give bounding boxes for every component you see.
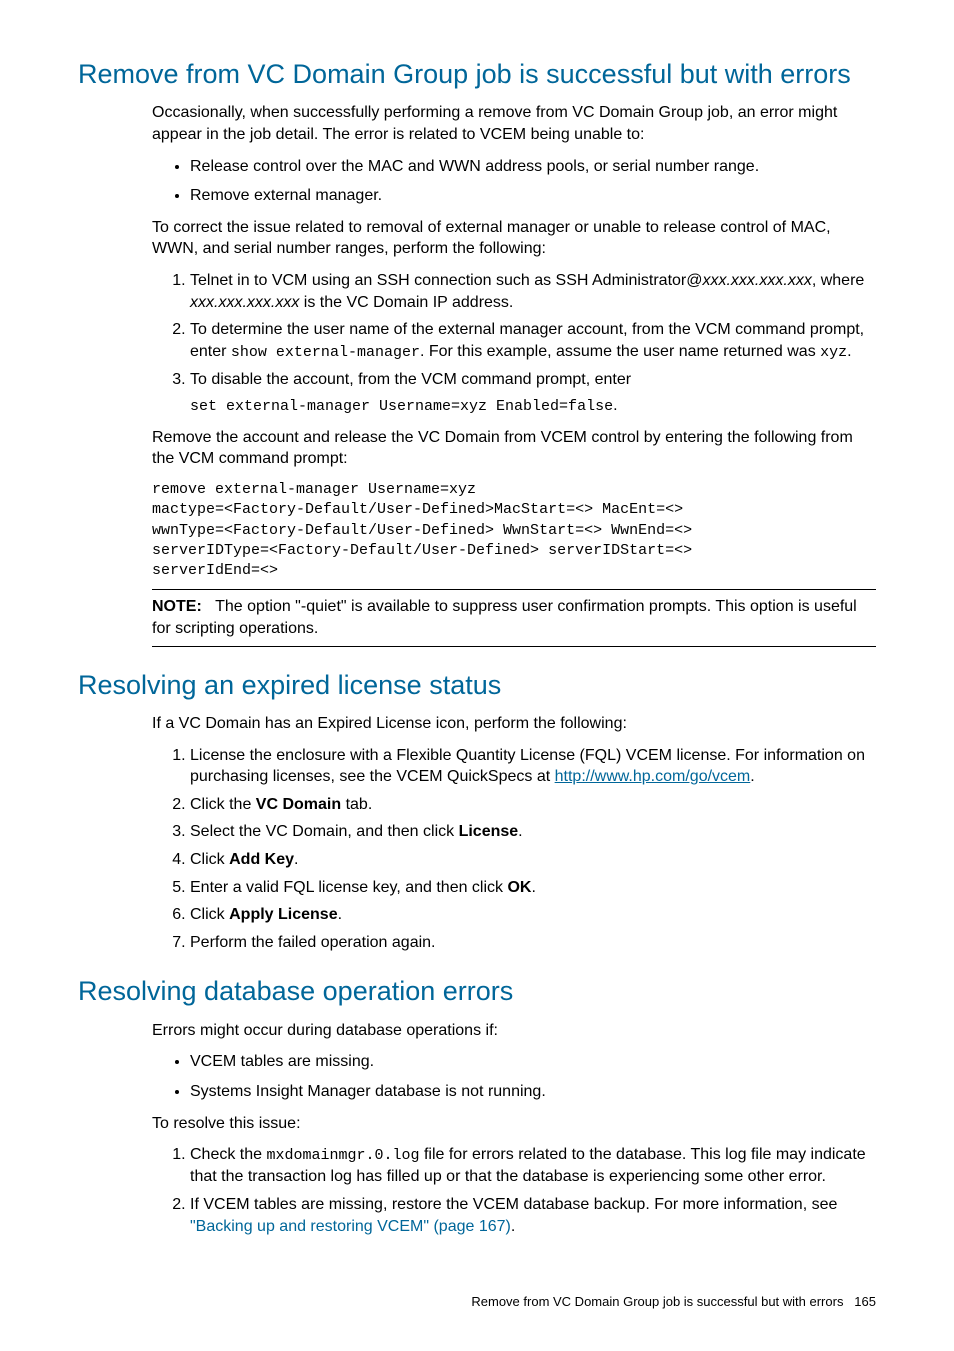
text: . — [531, 879, 535, 896]
section-body-database: Errors might occur during database opera… — [152, 1020, 876, 1237]
paragraph: Errors might occur during database opera… — [152, 1020, 876, 1042]
code-inline: set external-manager Username=xyz Enable… — [190, 398, 613, 415]
list-item: To determine the user name of the extern… — [190, 319, 876, 363]
list-item: Click Apply License. — [190, 904, 876, 926]
list-item: Enter a valid FQL license key, and then … — [190, 877, 876, 899]
section-body-remove: Occasionally, when successfully performi… — [152, 102, 876, 646]
text: , where — [812, 272, 864, 289]
text: tab. — [341, 796, 372, 813]
text: . — [750, 768, 754, 785]
ordered-list: Telnet in to VCM using an SSH connection… — [152, 270, 876, 417]
text: . For this example, assume the user name… — [420, 343, 820, 360]
list-item: Remove external manager. — [190, 185, 876, 207]
list-item: Systems Insight Manager database is not … — [190, 1081, 876, 1103]
text: . — [847, 343, 851, 360]
text: Click — [190, 906, 229, 923]
page-footer: Remove from VC Domain Group job is succe… — [78, 1293, 876, 1311]
code-inline: mxdomainmgr.0.log — [266, 1147, 419, 1164]
note-text: The option "-quiet" is available to supp… — [152, 598, 857, 637]
list-item: Select the VC Domain, and then click Lic… — [190, 821, 876, 843]
list-item: Release control over the MAC and WWN add… — [190, 156, 876, 178]
text: If VCEM tables are missing, restore the … — [190, 1196, 837, 1213]
italic-text: xxx.xxx.xxx.xxx — [190, 294, 299, 311]
bullet-list: Release control over the MAC and WWN add… — [152, 156, 876, 207]
ordered-list: Check the mxdomainmgr.0.log file for err… — [152, 1144, 876, 1237]
text: . — [338, 906, 342, 923]
bold-text: License — [459, 823, 519, 840]
bold-text: Apply License — [229, 906, 337, 923]
bold-text: OK — [507, 879, 531, 896]
list-item: Click the VC Domain tab. — [190, 794, 876, 816]
section-heading-database: Resolving database operation errors — [78, 973, 876, 1009]
text: . — [511, 1218, 515, 1235]
section-body-license: If a VC Domain has an Expired License ic… — [152, 713, 876, 953]
section-heading-license: Resolving an expired license status — [78, 667, 876, 703]
list-item: VCEM tables are missing. — [190, 1051, 876, 1073]
bold-text: VC Domain — [256, 796, 341, 813]
text: Click the — [190, 796, 256, 813]
text: . — [613, 397, 617, 414]
xref-link[interactable]: "Backing up and restoring VCEM" (page 16… — [190, 1218, 511, 1235]
paragraph: To resolve this issue: — [152, 1113, 876, 1135]
note-box: NOTE: The option "-quiet" is available t… — [152, 589, 876, 646]
paragraph: Occasionally, when successfully performi… — [152, 102, 876, 145]
list-item: Perform the failed operation again. — [190, 932, 876, 954]
code-inline: show external-manager — [231, 344, 420, 361]
section-heading-remove: Remove from VC Domain Group job is succe… — [78, 56, 876, 92]
text: Click — [190, 851, 229, 868]
list-item: License the enclosure with a Flexible Qu… — [190, 745, 876, 788]
list-item: If VCEM tables are missing, restore the … — [190, 1194, 876, 1237]
text: Check the — [190, 1146, 266, 1163]
text: To disable the account, from the VCM com… — [190, 371, 631, 388]
italic-text: xxx.xxx.xxx.xxx — [702, 272, 811, 289]
page-number: 165 — [854, 1294, 876, 1309]
text: Telnet in to VCM using an SSH connection… — [190, 272, 702, 289]
text: is the VC Domain IP address. — [299, 294, 513, 311]
footer-title: Remove from VC Domain Group job is succe… — [471, 1294, 843, 1309]
link-quickspecs[interactable]: http://www.hp.com/go/vcem — [555, 768, 751, 785]
ordered-list: License the enclosure with a Flexible Qu… — [152, 745, 876, 954]
text: License the enclosure with a Flexible Qu… — [190, 747, 865, 786]
text: Enter a valid FQL license key, and then … — [190, 879, 507, 896]
list-item: Check the mxdomainmgr.0.log file for err… — [190, 1144, 876, 1188]
bullet-list: VCEM tables are missing. Systems Insight… — [152, 1051, 876, 1102]
paragraph: To correct the issue related to removal … — [152, 217, 876, 260]
code-inline: xyz — [820, 344, 847, 361]
list-item: Click Add Key. — [190, 849, 876, 871]
paragraph: Remove the account and release the VC Do… — [152, 427, 876, 470]
text: . — [294, 851, 298, 868]
text: . — [518, 823, 522, 840]
list-item: To disable the account, from the VCM com… — [190, 369, 876, 417]
code-block: remove external-manager Username=xyz mac… — [152, 480, 876, 581]
paragraph: If a VC Domain has an Expired License ic… — [152, 713, 876, 735]
note-label: NOTE: — [152, 598, 202, 615]
text: Select the VC Domain, and then click — [190, 823, 459, 840]
bold-text: Add Key — [229, 851, 294, 868]
list-item: Telnet in to VCM using an SSH connection… — [190, 270, 876, 313]
